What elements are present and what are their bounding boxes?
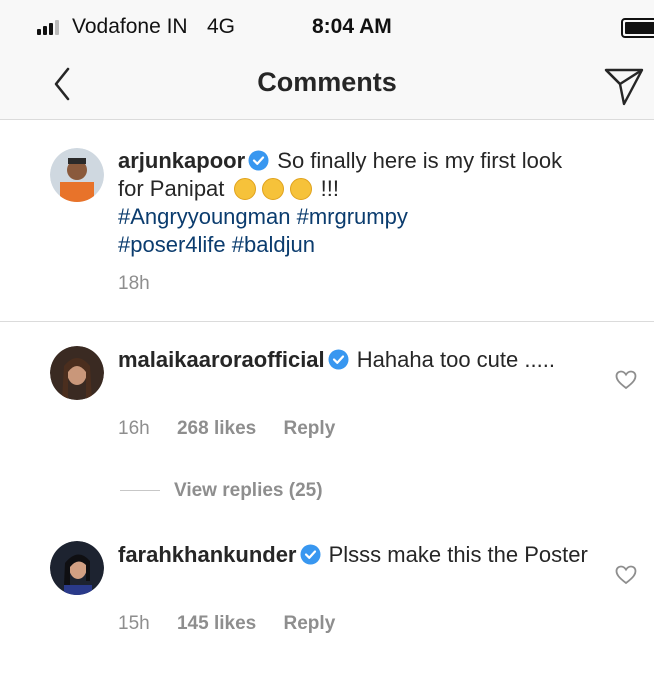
avatar-farahkhankunder[interactable]	[50, 541, 104, 595]
hashtag-link[interactable]: #poser4life	[118, 232, 226, 257]
paper-plane-icon	[604, 68, 644, 106]
battery-icon	[621, 18, 654, 38]
avatar-arjunkapoor[interactable]	[50, 148, 104, 202]
reply-button[interactable]: Reply	[284, 613, 336, 634]
comment-timestamp: 16h	[118, 418, 150, 439]
verified-badge-icon	[248, 150, 269, 171]
comment-body: Hahaha too cute .....	[356, 347, 555, 372]
view-replies-label: View replies (25)	[174, 480, 323, 501]
caption-username[interactable]: arjunkapoor	[118, 148, 245, 173]
hashtag-link[interactable]: #mrgrumpy	[297, 204, 408, 229]
comment-text: malaikaaroraofficial Hahaha too cute ...…	[118, 346, 588, 374]
page-title: Comments	[257, 67, 397, 97]
divider	[0, 321, 654, 322]
hashtag-link[interactable]: #Angryyoungman	[118, 204, 290, 229]
comment-username[interactable]: malaikaaroraofficial	[118, 347, 325, 372]
likes-count[interactable]: 268 likes	[177, 418, 256, 439]
reply-button[interactable]: Reply	[284, 418, 336, 439]
like-heart-icon[interactable]	[615, 565, 637, 585]
nav-bar: Comments	[0, 56, 654, 120]
tongue-emoji-icon	[261, 178, 284, 200]
signal-strength-icon	[37, 20, 65, 35]
verified-badge-icon	[328, 349, 349, 370]
caption-timestamp: 18h	[118, 273, 150, 294]
comment-text: farahkhankunder Plsss make this the Post…	[118, 541, 588, 569]
comment-meta: 16h 268 likes Reply	[118, 418, 357, 440]
caption-text: arjunkapoor So finally here is my first …	[118, 147, 588, 259]
caption-exclaim: !!!	[320, 176, 339, 201]
divider-line	[120, 490, 160, 492]
likes-count[interactable]: 145 likes	[177, 613, 256, 634]
network-type: 4G	[207, 15, 236, 38]
comment-timestamp: 15h	[118, 613, 150, 634]
comment-body: Plsss make this the Poster	[328, 542, 588, 567]
comment-username[interactable]: farahkhankunder	[118, 542, 297, 567]
hashtag-link[interactable]: #baldjun	[232, 232, 315, 257]
avatar-malaikaaroraofficial[interactable]	[50, 346, 104, 400]
verified-badge-icon	[300, 544, 321, 565]
status-bar: Vodafone IN 4G 8:04 AM	[0, 0, 654, 56]
grin-emoji-icon	[289, 178, 312, 200]
clock: 8:04 AM	[312, 15, 392, 38]
like-heart-icon[interactable]	[615, 370, 637, 390]
view-replies-button[interactable]: View replies (25)	[120, 480, 323, 502]
comment-meta: 15h 145 likes Reply	[118, 613, 357, 635]
wink-tongue-emoji-icon	[233, 178, 256, 200]
carrier-name: Vodafone IN	[72, 15, 188, 38]
share-button[interactable]	[600, 62, 648, 108]
caption-meta: 18h	[118, 273, 172, 295]
